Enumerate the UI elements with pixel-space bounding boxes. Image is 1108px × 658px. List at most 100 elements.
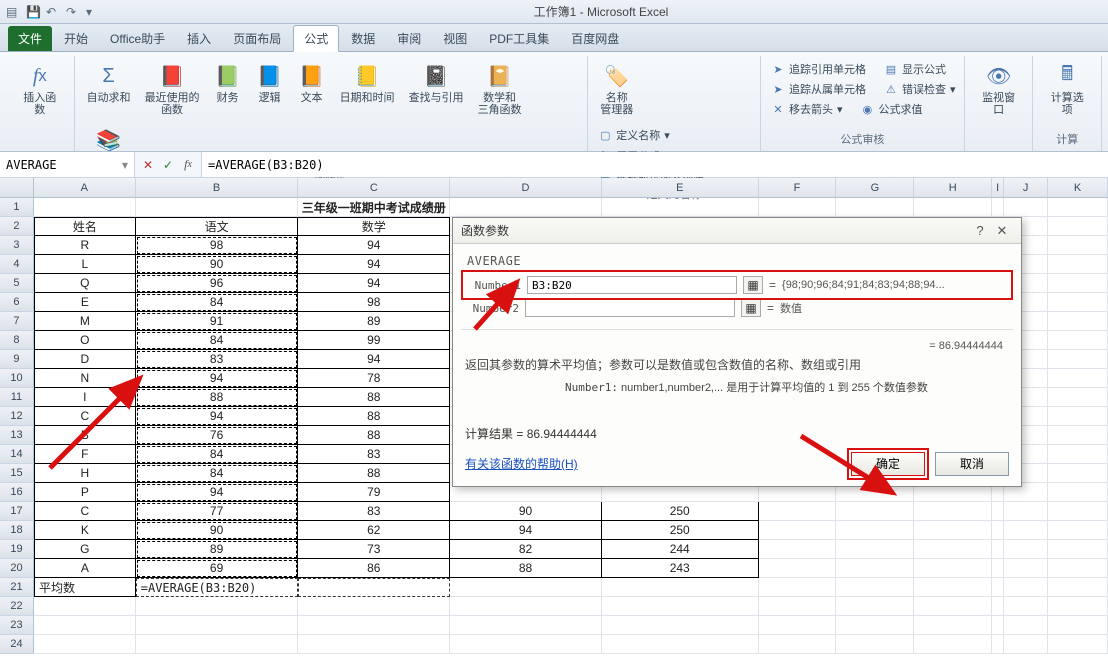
cell[interactable] bbox=[759, 559, 837, 578]
row-header[interactable]: 9 bbox=[0, 350, 34, 369]
cell[interactable]: 94 bbox=[298, 255, 450, 274]
insert-function-button[interactable]: fx 插入函数 bbox=[14, 60, 66, 118]
cell[interactable] bbox=[836, 616, 914, 635]
cell[interactable] bbox=[1048, 616, 1108, 635]
cell[interactable]: 96 bbox=[136, 274, 299, 293]
help-link[interactable]: 有关该函数的帮助(H) bbox=[465, 455, 578, 472]
row-header[interactable]: 3 bbox=[0, 236, 34, 255]
cell[interactable] bbox=[759, 616, 837, 635]
cell[interactable]: F bbox=[34, 445, 136, 464]
cell[interactable] bbox=[1048, 217, 1108, 236]
cell[interactable] bbox=[450, 635, 602, 654]
cell[interactable]: 89 bbox=[298, 312, 450, 331]
cell[interactable] bbox=[1048, 255, 1108, 274]
cell[interactable]: 平均数 bbox=[34, 578, 136, 597]
datetime-button[interactable]: 📒日期和时间 bbox=[336, 60, 399, 106]
row-header[interactable]: 2 bbox=[0, 217, 34, 236]
recent-functions-button[interactable]: 📕最近使用的 函数 bbox=[141, 60, 204, 118]
cell[interactable] bbox=[1004, 597, 1048, 616]
table-row[interactable]: 17C778390250 bbox=[0, 502, 1108, 521]
cell[interactable]: O bbox=[34, 331, 136, 350]
cell[interactable]: 94 bbox=[298, 236, 450, 255]
cell[interactable] bbox=[836, 597, 914, 616]
table-row[interactable]: 21平均数=AVERAGE(B3:B20) bbox=[0, 578, 1108, 597]
cell[interactable] bbox=[1048, 198, 1108, 217]
cell[interactable]: 86 bbox=[298, 559, 450, 578]
col-header[interactable]: G bbox=[836, 178, 914, 197]
cell[interactable] bbox=[136, 597, 299, 616]
cell[interactable] bbox=[836, 635, 914, 654]
tab-review[interactable]: 审阅 bbox=[387, 26, 431, 51]
text-button[interactable]: 📙文本 bbox=[294, 60, 330, 106]
row-header[interactable]: 22 bbox=[0, 597, 34, 616]
cell[interactable] bbox=[1048, 597, 1108, 616]
cell[interactable]: I bbox=[34, 388, 136, 407]
cell[interactable] bbox=[914, 597, 992, 616]
cell[interactable]: 90 bbox=[136, 255, 299, 274]
cell[interactable] bbox=[992, 616, 1004, 635]
cell[interactable] bbox=[914, 198, 992, 217]
cell[interactable]: =AVERAGE(B3:B20) bbox=[136, 578, 299, 597]
cell[interactable] bbox=[298, 616, 450, 635]
evaluate-formula-button[interactable]: ◉公式求值 bbox=[858, 100, 924, 118]
cell[interactable]: 73 bbox=[298, 540, 450, 559]
cell[interactable] bbox=[450, 597, 602, 616]
name-box[interactable]: ▾ bbox=[0, 152, 135, 177]
cell[interactable]: 94 bbox=[136, 483, 299, 502]
cell[interactable] bbox=[992, 635, 1004, 654]
formula-input[interactable]: =AVERAGE(B3:B20) bbox=[201, 152, 1108, 177]
cell[interactable] bbox=[914, 540, 992, 559]
cell[interactable] bbox=[450, 198, 602, 217]
cell[interactable]: 88 bbox=[298, 407, 450, 426]
col-header[interactable]: I bbox=[992, 178, 1004, 197]
cell[interactable]: 84 bbox=[136, 445, 299, 464]
cell[interactable]: 83 bbox=[298, 445, 450, 464]
cell[interactable]: 语文 bbox=[136, 217, 299, 236]
cell[interactable]: 69 bbox=[136, 559, 299, 578]
cell[interactable] bbox=[759, 597, 837, 616]
cell[interactable] bbox=[759, 502, 837, 521]
cell[interactable]: N bbox=[34, 369, 136, 388]
cell[interactable]: G bbox=[34, 540, 136, 559]
cell[interactable]: 94 bbox=[450, 521, 602, 540]
cell[interactable]: 88 bbox=[136, 388, 299, 407]
cell[interactable]: R bbox=[34, 236, 136, 255]
row-header[interactable]: 19 bbox=[0, 540, 34, 559]
row-header[interactable]: 1 bbox=[0, 198, 34, 217]
cell[interactable] bbox=[34, 635, 136, 654]
row-header[interactable]: 8 bbox=[0, 331, 34, 350]
cell[interactable] bbox=[836, 521, 914, 540]
table-row[interactable]: 22 bbox=[0, 597, 1108, 616]
cell[interactable]: 99 bbox=[298, 331, 450, 350]
undo-icon[interactable]: ↶ bbox=[46, 5, 60, 19]
cell[interactable] bbox=[602, 578, 759, 597]
close-icon[interactable]: ✕ bbox=[991, 222, 1013, 240]
cell[interactable]: 78 bbox=[298, 369, 450, 388]
cell[interactable] bbox=[992, 198, 1004, 217]
row-header[interactable]: 17 bbox=[0, 502, 34, 521]
cell[interactable] bbox=[298, 635, 450, 654]
row-header[interactable]: 23 bbox=[0, 616, 34, 635]
row-header[interactable]: 6 bbox=[0, 293, 34, 312]
cell[interactable]: Q bbox=[34, 274, 136, 293]
cell[interactable] bbox=[992, 578, 1004, 597]
cell[interactable]: 79 bbox=[298, 483, 450, 502]
cell[interactable] bbox=[914, 502, 992, 521]
cell[interactable] bbox=[136, 635, 299, 654]
qat-more-icon[interactable]: ▾ bbox=[86, 5, 100, 19]
cell[interactable] bbox=[1048, 236, 1108, 255]
name-box-input[interactable] bbox=[6, 158, 122, 172]
math-button[interactable]: 📔数学和 三角函数 bbox=[474, 60, 526, 118]
row-header[interactable]: 4 bbox=[0, 255, 34, 274]
cell[interactable] bbox=[1048, 388, 1108, 407]
help-icon[interactable]: ? bbox=[969, 222, 991, 240]
col-header[interactable]: B bbox=[136, 178, 299, 197]
cell[interactable]: 250 bbox=[602, 502, 759, 521]
cancel-button[interactable]: 取消 bbox=[935, 452, 1009, 476]
cell[interactable] bbox=[602, 198, 759, 217]
row-header[interactable]: 14 bbox=[0, 445, 34, 464]
tab-home[interactable]: 开始 bbox=[54, 26, 98, 51]
tab-formulas[interactable]: 公式 bbox=[293, 25, 339, 52]
tab-data[interactable]: 数据 bbox=[341, 26, 385, 51]
cell[interactable]: 84 bbox=[136, 331, 299, 350]
